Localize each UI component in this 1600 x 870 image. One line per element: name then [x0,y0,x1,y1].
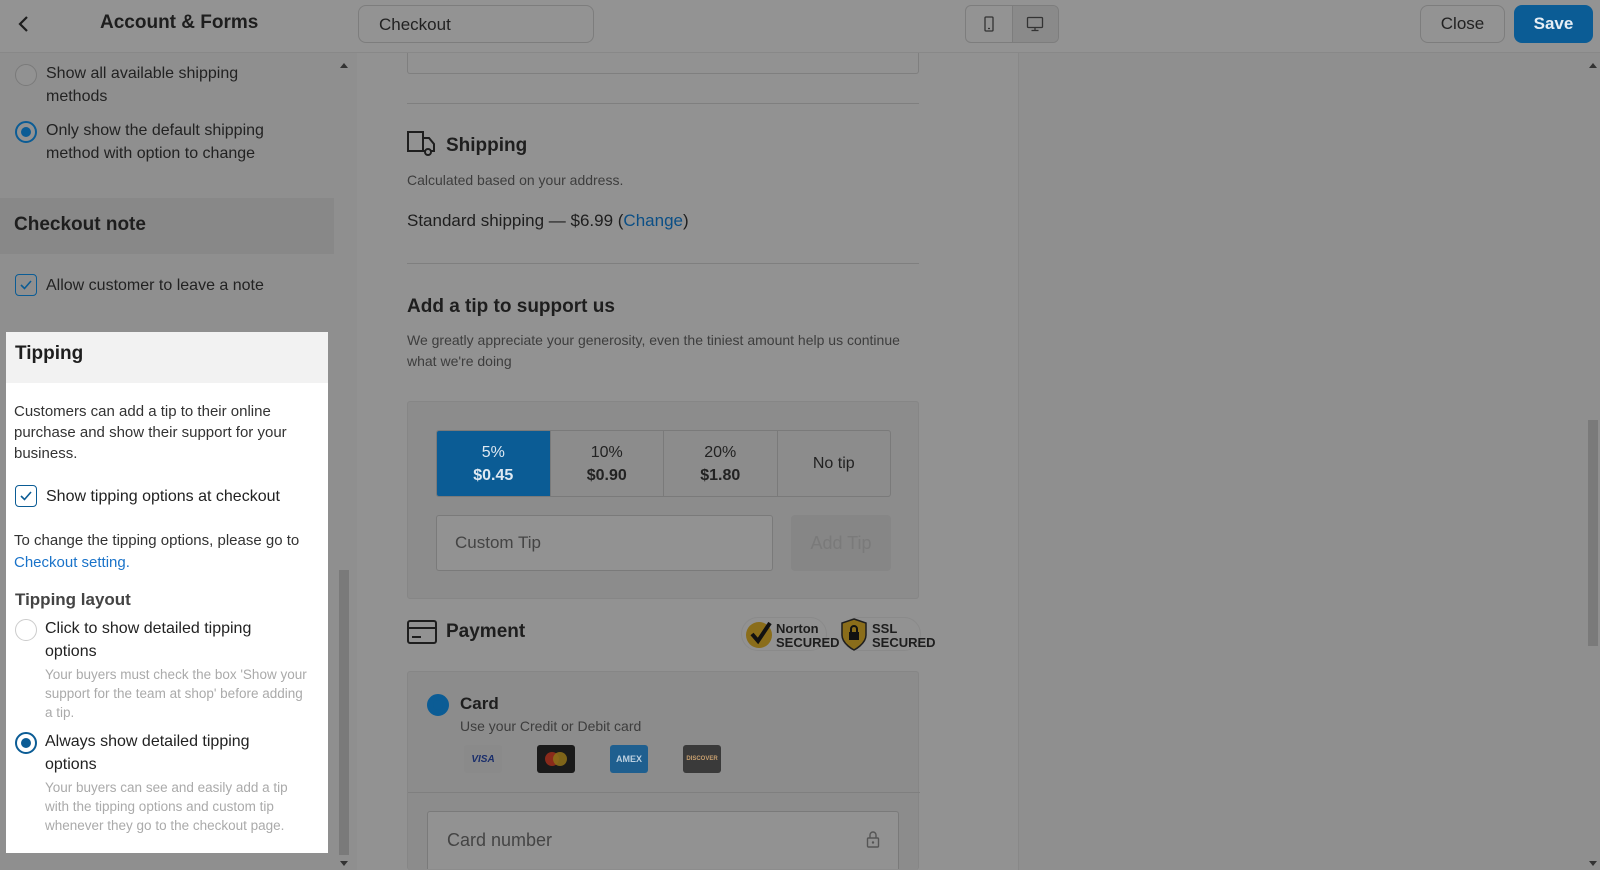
page-select[interactable]: Checkout [358,5,594,43]
card-radio[interactable] [427,694,449,716]
credit-card-icon [407,620,437,644]
tip-option-10[interactable]: 10% $0.90 [549,431,664,496]
tip-title: Add a tip to support us [407,296,615,317]
desktop-view-button[interactable] [1011,6,1058,42]
norton-badge: Norton SECURED [741,617,840,651]
tip-options: 5% $0.45 10% $0.90 20% $1.80 No tip [436,430,891,497]
mobile-view-button[interactable] [966,6,1012,42]
tipping-change-text: To change the tipping options, please go… [14,532,300,549]
mastercard-icon [545,752,567,766]
tipping-layout-click-label: Click to show detailed tipping options [45,620,252,660]
checkout-note-title: Checkout note [14,214,146,235]
desktop-icon [1027,16,1044,32]
shipping-option-default-radio[interactable] [15,121,37,143]
scroll-down-icon[interactable] [340,861,348,866]
card-number-input[interactable]: Card number [427,811,899,869]
tip-option-20[interactable]: 20% $1.80 [663,431,777,496]
shipping-option-all-radio[interactable] [15,64,37,86]
shipping-option-all-label: Show all available shipping methods [46,65,239,105]
save-button[interactable]: Save [1514,5,1593,43]
top-bar: Account & Forms Checkout Close Save [0,0,1600,53]
scroll-down-icon[interactable] [1589,861,1597,866]
shipping-method-text: Standard shipping — $6.99 ( [407,211,624,230]
shipping-method-close: ) [682,211,689,230]
preview-background [1019,53,1586,870]
section-divider [407,103,919,104]
checkout-preview: Shipping Calculated based on your addres… [357,53,1019,870]
tipping-layout-click-radio[interactable] [15,619,37,641]
checkout-setting-link[interactable]: Checkout setting. [14,554,130,571]
device-toggle [965,5,1059,43]
tip-option-none[interactable]: No tip [776,431,891,496]
tip-box: 5% $0.45 10% $0.90 20% $1.80 No tip Cust… [407,401,919,599]
tip-option-5[interactable]: 5% $0.45 [437,431,550,496]
discover-logo: DISCOVER [683,745,721,773]
tip-amount: $1.80 [700,466,741,484]
tipping-layout-title: Tipping layout [15,590,131,609]
show-tipping-checkbox[interactable] [15,485,37,507]
custom-tip-input[interactable]: Custom Tip [436,515,773,571]
check-icon [20,491,32,501]
shipping-title: Shipping [446,135,528,156]
section-divider [407,263,919,264]
tip-percent: 20% [704,443,737,461]
lock-icon [866,831,880,848]
shipping-icon [407,131,435,156]
ssl-label: SSL SECURED [872,621,936,650]
tip-subtitle: We greatly appreciate your generosity, e… [407,332,900,369]
payment-title: Payment [446,621,526,642]
tipping-layout-always-hint: Your buyers can see and easily add a tip… [45,780,288,833]
tipping-section: Tipping Customers can add a tip to their… [6,332,328,853]
tipping-title: Tipping [15,343,84,364]
show-tipping-label: Show tipping options at checkout [46,488,280,505]
tipping-description: Customers can add a tip to their online … [14,403,287,462]
tipping-layout-always-radio[interactable] [15,732,37,754]
close-button[interactable]: Close [1420,5,1505,43]
card-payment-option[interactable]: Card Use your Credit or Debit card VISA … [407,671,920,870]
tip-percent: 10% [590,443,623,461]
norton-label: Norton SECURED [776,621,840,650]
check-icon [20,280,32,290]
tipping-layout-always-label: Always show detailed tipping options [45,733,250,773]
chevron-left-icon [18,16,28,32]
preview-scroll-thumb[interactable] [1588,420,1598,646]
sidebar-scroll-thumb[interactable] [339,570,349,855]
allow-note-checkbox[interactable] [15,274,37,296]
back-button[interactable] [14,12,34,36]
tip-percent: 5% [481,443,505,461]
tipping-layout-click-hint: Your buyers must check the box 'Show you… [45,667,307,720]
tip-percent: No tip [812,455,855,472]
shipping-subtitle: Calculated based on your address. [407,172,624,188]
scroll-up-icon[interactable] [1589,63,1597,68]
norton-check-icon [746,621,772,648]
shipping-method: Standard shipping — $6.99 (Change) [407,211,689,231]
add-tip-button[interactable]: Add Tip [791,515,891,571]
ssl-shield-icon [841,618,867,651]
shipping-change-link[interactable]: Change [623,211,683,230]
allow-note-label: Allow customer to leave a note [46,277,264,294]
card-subtitle: Use your Credit or Debit card [460,718,642,734]
tip-amount: $0.45 [473,466,514,484]
card-divider [408,792,920,793]
ssl-badge: SSL SECURED [841,617,936,651]
mastercard-logo [537,745,575,773]
scroll-up-icon[interactable] [340,63,348,68]
amex-logo: AMEX [610,745,648,773]
previous-field-bottom [407,53,919,74]
mobile-icon [984,16,994,32]
page-title: Account & Forms [100,12,259,33]
card-title: Card [460,694,499,713]
shipping-option-default-label: Only show the default shipping method wi… [46,122,264,162]
tipping-change-note: To change the tipping options, please go… [14,530,319,574]
visa-logo: VISA [464,745,502,773]
tip-amount: $0.90 [586,466,627,484]
